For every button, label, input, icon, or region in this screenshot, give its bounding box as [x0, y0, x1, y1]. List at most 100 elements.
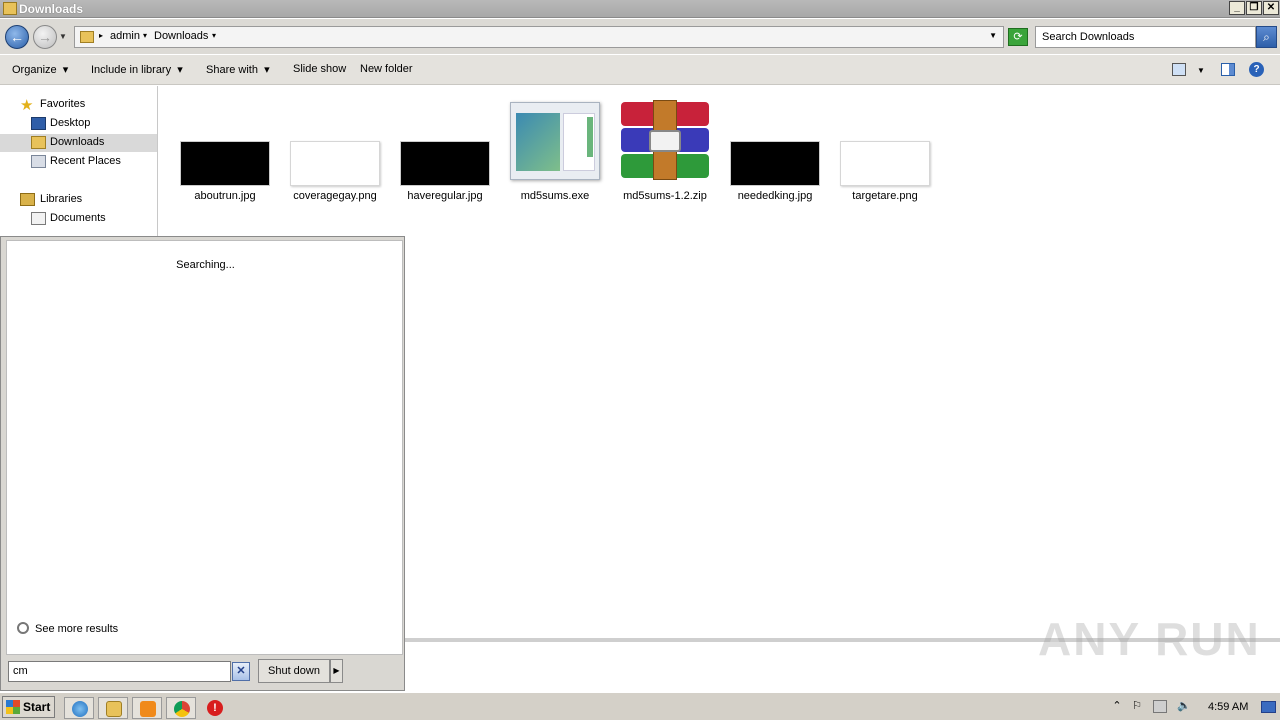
- network-icon[interactable]: [1153, 700, 1167, 713]
- nav-documents-label: Documents: [50, 212, 106, 224]
- windows-logo-icon: [6, 700, 20, 714]
- forward-arrow-icon: →: [38, 29, 52, 45]
- image-thumbnail: [400, 141, 490, 186]
- share-with-label: Share with: [206, 64, 258, 76]
- change-view-icon[interactable]: [1172, 63, 1186, 76]
- address-row: ← → ▼ ▸ admin ▾ Downloads ▾ ▼ ⟳ Search D…: [0, 19, 1280, 54]
- show-hidden-icons-icon[interactable]: ⌃: [1110, 700, 1124, 713]
- image-thumbnail: [730, 141, 820, 186]
- taskbar-antivirus[interactable]: !: [200, 697, 230, 719]
- search-icon: ⌕: [1263, 30, 1270, 44]
- file-name: neededking.jpg: [737, 190, 813, 202]
- taskbar-internet-explorer[interactable]: [64, 697, 94, 719]
- start-button[interactable]: Start: [2, 696, 55, 718]
- window-title: Downloads: [19, 2, 84, 16]
- see-more-results-link[interactable]: See more results: [17, 622, 118, 635]
- nav-desktop[interactable]: Desktop: [0, 115, 157, 133]
- address-bar[interactable]: ▸ admin ▾ Downloads ▾ ▼: [74, 26, 1004, 48]
- nav-recent-places[interactable]: Recent Places: [0, 153, 157, 171]
- restore-button[interactable]: ❐: [1246, 1, 1262, 15]
- searching-status: Searching...: [176, 259, 235, 271]
- organize-button[interactable]: Organize ▾: [12, 63, 68, 76]
- show-desktop-icon[interactable]: [1261, 701, 1276, 713]
- search-icon: [17, 622, 29, 634]
- search-input[interactable]: Search Downloads: [1035, 26, 1256, 48]
- back-arrow-icon: ←: [10, 29, 24, 45]
- view-dropdown-icon[interactable]: ▼: [1197, 66, 1205, 75]
- navigation-pane: ★ Favorites Desktop Downloads Recent Pla…: [0, 86, 158, 236]
- volume-icon[interactable]: 🔈: [1177, 700, 1191, 713]
- nav-favorites-label: Favorites: [40, 98, 86, 110]
- nav-documents[interactable]: Documents: [0, 210, 157, 228]
- preview-pane-icon[interactable]: [1221, 63, 1235, 76]
- start-menu: Searching... See more results cm ✕ Shut …: [0, 236, 405, 691]
- share-with-button[interactable]: Share with ▾: [206, 63, 270, 76]
- slide-show-button[interactable]: Slide show: [293, 63, 346, 75]
- taskbar-media-player[interactable]: [132, 697, 162, 719]
- breadcrumb-arrow-icon[interactable]: ▾: [212, 31, 216, 40]
- minimize-button[interactable]: _: [1229, 1, 1245, 15]
- explorer-folder-icon: [106, 701, 122, 717]
- see-more-results-label: See more results: [35, 623, 119, 635]
- clock[interactable]: 4:59 AM: [1208, 701, 1248, 713]
- file-name: haveregular.jpg: [407, 190, 483, 202]
- chevron-right-icon: ▶: [333, 666, 340, 675]
- search-button[interactable]: ⌕: [1256, 26, 1277, 48]
- file-name: targetare.png: [852, 190, 918, 202]
- refresh-icon: ⟳: [1013, 31, 1023, 43]
- taskbar: Start ! ⌃ ⚐ 🔈 4:59 AM: [0, 692, 1280, 720]
- close-button[interactable]: ✕: [1263, 1, 1279, 15]
- image-thumbnail: [180, 141, 270, 186]
- new-folder-button[interactable]: New folder: [360, 63, 413, 75]
- image-thumbnail: [290, 141, 380, 186]
- file-name: coveragegay.png: [293, 190, 377, 202]
- file-item[interactable]: neededking.jpg: [720, 100, 830, 210]
- breadcrumb-arrow-icon[interactable]: ▸: [99, 31, 103, 40]
- nav-favorites[interactable]: ★ Favorites: [0, 96, 157, 114]
- shutdown-button[interactable]: Shut down: [258, 659, 330, 683]
- nav-downloads[interactable]: Downloads: [0, 134, 157, 152]
- refresh-button[interactable]: ⟳: [1008, 28, 1028, 46]
- window-title-bar: Downloads _ ❐ ✕: [0, 0, 1280, 18]
- taskbar-chrome[interactable]: [166, 697, 196, 719]
- file-item[interactable]: md5sums-1.2.zip: [610, 100, 720, 210]
- start-search-input[interactable]: cm: [8, 661, 231, 682]
- nav-downloads-label: Downloads: [50, 136, 105, 148]
- image-thumbnail: [840, 141, 930, 186]
- breadcrumb-arrow-icon[interactable]: ▾: [143, 31, 147, 40]
- address-dropdown[interactable]: ▼: [989, 31, 997, 40]
- nav-desktop-label: Desktop: [50, 117, 91, 129]
- file-item[interactable]: coveragegay.png: [280, 100, 390, 210]
- chrome-icon: [174, 701, 190, 717]
- file-name: aboutrun.jpg: [194, 190, 256, 202]
- start-label: Start: [23, 700, 51, 714]
- file-item[interactable]: aboutrun.jpg: [170, 100, 280, 210]
- star-icon: ★: [20, 97, 34, 114]
- recent-pages-dropdown[interactable]: ▼: [59, 32, 67, 41]
- nav-libraries-label: Libraries: [40, 193, 83, 205]
- file-item[interactable]: targetare.png: [830, 100, 940, 210]
- back-button[interactable]: ←: [5, 25, 29, 49]
- search-results-panel: Searching... See more results: [6, 240, 403, 655]
- breadcrumb-admin[interactable]: admin: [110, 30, 140, 42]
- file-name: md5sums.exe: [520, 190, 590, 202]
- action-center-flag-icon[interactable]: ⚐: [1130, 700, 1144, 713]
- exe-window-icon: [510, 102, 600, 180]
- command-bar: Organize ▾ Include in library ▾ Share wi…: [0, 55, 1280, 85]
- desktop-icon: [31, 117, 46, 130]
- clear-search-button[interactable]: ✕: [232, 662, 250, 681]
- file-name: md5sums-1.2.zip: [623, 190, 707, 202]
- help-icon[interactable]: ?: [1249, 62, 1264, 77]
- shutdown-options-button[interactable]: ▶: [330, 659, 343, 683]
- file-item[interactable]: haveregular.jpg: [390, 100, 500, 210]
- include-in-library-button[interactable]: Include in library ▾: [91, 63, 183, 76]
- organize-label: Organize: [12, 64, 57, 76]
- forward-button[interactable]: →: [33, 25, 57, 49]
- file-item[interactable]: md5sums.exe: [500, 100, 610, 210]
- media-player-icon: [140, 701, 156, 717]
- folder-icon: [3, 2, 17, 15]
- nav-libraries[interactable]: Libraries: [0, 191, 157, 209]
- breadcrumb-downloads[interactable]: Downloads: [154, 30, 208, 42]
- taskbar-explorer[interactable]: [98, 697, 128, 719]
- recent-places-icon: [31, 155, 46, 168]
